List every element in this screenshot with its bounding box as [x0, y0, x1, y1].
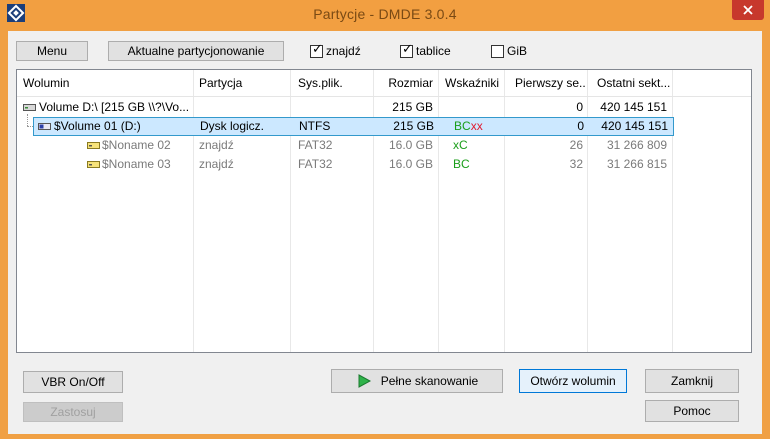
drive-icon — [87, 161, 100, 168]
cell-first-sector: 0 — [577, 119, 584, 133]
table-row[interactable]: Volume D:\ [215 GB \\?\Vo... 215 GB 0 42… — [17, 98, 751, 117]
cell-partition — [199, 98, 287, 117]
help-button[interactable]: Pomoc — [645, 400, 739, 422]
flag-copy: C — [461, 157, 470, 171]
table-row-selected[interactable]: $Volume 01 (D:) Dysk logicz. NTFS 215 GB… — [33, 117, 674, 136]
table-row[interactable]: $Noname 03 znajdź FAT32 16.0 GB BC 32 31… — [17, 155, 751, 174]
cell-flags: BC — [453, 155, 501, 174]
flag-boot: B — [454, 119, 463, 133]
cell-partition: Dysk logicz. — [200, 119, 265, 133]
vbr-toggle-button[interactable]: VBR On/Off — [23, 371, 123, 393]
drive-icon — [38, 123, 51, 130]
tables-checkbox[interactable]: ✓ tablice — [400, 41, 451, 58]
column-header-size[interactable]: Rozmiar — [375, 70, 433, 96]
close-icon — [743, 5, 753, 15]
column-header-volume[interactable]: Wolumin — [23, 70, 188, 96]
cell-last-sector: 31 266 815 — [606, 157, 667, 171]
close-button[interactable]: Zamknij — [645, 369, 739, 393]
flag-boot: B — [453, 157, 462, 171]
gib-checkbox[interactable]: GiB — [491, 44, 527, 58]
found-checkbox-label: znajdź — [326, 44, 361, 58]
flag-copy: C — [459, 138, 468, 152]
cell-size: 215 GB — [393, 119, 434, 133]
open-volume-button[interactable]: Otwórz wolumin — [519, 369, 627, 393]
cell-volume: $Noname 02 — [102, 138, 171, 152]
list-header: Wolumin Partycja Sys.plik. Rozmiar Wskaź… — [17, 70, 751, 97]
check-icon: ✓ — [312, 41, 323, 57]
drive-icon — [87, 142, 100, 149]
check-icon: ✓ — [402, 41, 413, 57]
cell-partition: znajdź — [199, 138, 234, 152]
cell-volume: Volume D:\ [215 GB \\?\Vo... — [39, 100, 189, 114]
cell-filesystem: NTFS — [299, 119, 331, 133]
flag-error: x — [476, 119, 483, 133]
cell-flags: BCxx — [454, 117, 504, 136]
window-close-button[interactable] — [732, 0, 764, 20]
cell-flags: xC — [453, 136, 501, 155]
cell-last-sector: 420 145 151 — [601, 119, 668, 133]
partition-list[interactable]: Wolumin Partycja Sys.plik. Rozmiar Wskaź… — [16, 69, 752, 353]
cell-filesystem: FAT32 — [298, 138, 333, 152]
cell-first-sector: 26 — [569, 138, 583, 152]
cell-size: 16.0 GB — [388, 138, 433, 152]
cell-size: 215 GB — [392, 100, 433, 114]
cell-first-sector: 32 — [569, 157, 583, 171]
drive-icon — [23, 104, 36, 111]
window-title: Partycje - DMDE 3.0.4 — [313, 6, 457, 22]
cell-size: 16.0 GB — [388, 157, 433, 171]
cell-partition: znajdź — [199, 157, 234, 171]
menu-button[interactable]: Menu — [16, 41, 88, 61]
column-header-filesystem[interactable]: Sys.plik. — [298, 70, 370, 96]
cell-first-sector: 0 — [576, 100, 583, 114]
full-scan-label: Pełne skanowanie — [380, 374, 479, 388]
cell-flags — [453, 98, 501, 117]
dialog-body: Menu Aktualne partycjonowanie ✓ znajdź ✓… — [8, 31, 762, 434]
current-partitioning-button[interactable]: Aktualne partycjonowanie — [108, 41, 284, 61]
tables-checkbox-box[interactable]: ✓ — [400, 41, 413, 58]
found-checkbox-box[interactable]: ✓ — [310, 41, 323, 58]
column-header-last-sector[interactable]: Ostatni sekt... — [597, 70, 671, 96]
column-header-first-sector[interactable]: Pierwszy se... — [515, 70, 585, 96]
partitions-window: Partycje - DMDE 3.0.4 Menu Aktualne part… — [0, 0, 770, 439]
title-bar[interactable]: Partycje - DMDE 3.0.4 — [0, 0, 770, 30]
found-checkbox[interactable]: ✓ znajdź — [310, 41, 361, 58]
cell-last-sector: 31 266 809 — [606, 138, 667, 152]
gib-checkbox-label: GiB — [507, 44, 528, 58]
apply-button[interactable]: Zastosuj — [23, 402, 123, 422]
cell-last-sector: 420 145 151 — [600, 100, 667, 114]
cell-filesystem — [298, 98, 370, 117]
column-header-flags[interactable]: Wskaźniki — [445, 70, 503, 96]
table-row[interactable]: $Noname 02 znajdź FAT32 16.0 GB xC 26 31… — [17, 136, 751, 155]
flag-copy: C — [462, 119, 471, 133]
tables-checkbox-label: tablice — [416, 44, 451, 58]
cell-filesystem: FAT32 — [298, 157, 333, 171]
full-scan-button[interactable]: Pełne skanowanie — [331, 369, 503, 393]
cell-volume: $Noname 03 — [102, 157, 171, 171]
play-icon — [358, 374, 371, 388]
column-header-partition[interactable]: Partycja — [199, 70, 287, 96]
gib-checkbox-box[interactable] — [491, 44, 504, 58]
cell-volume: $Volume 01 (D:) — [54, 119, 141, 133]
